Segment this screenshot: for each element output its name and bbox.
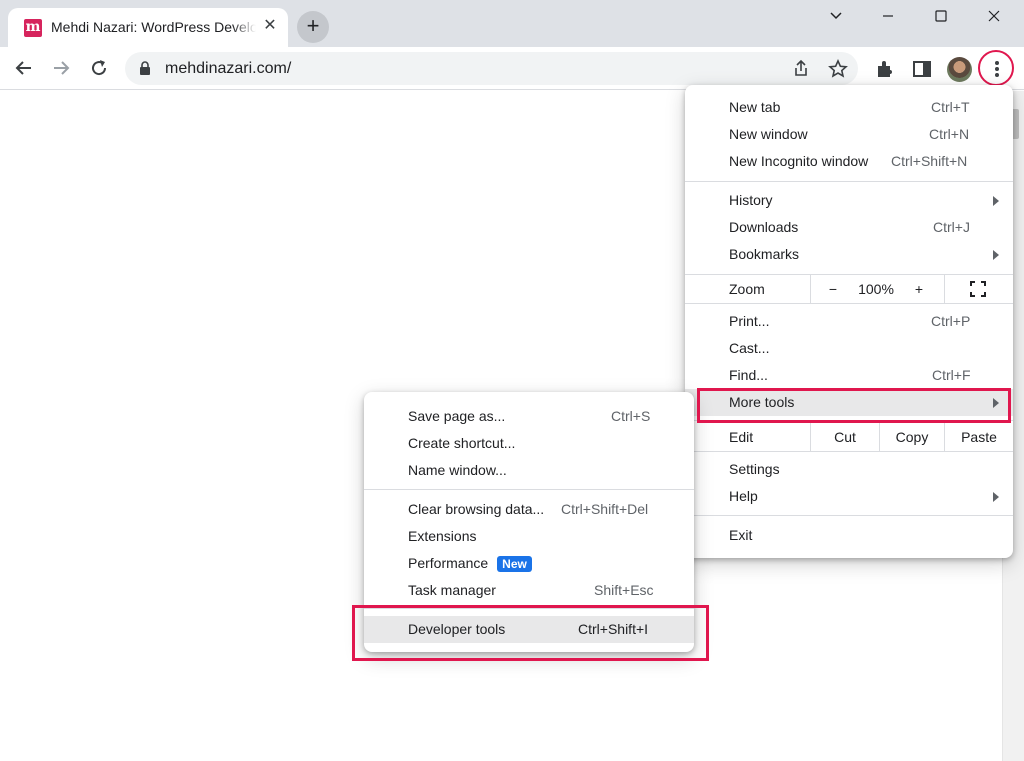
menu-item-print[interactable]: Print... Ctrl+P <box>685 308 1013 335</box>
new-tab-button[interactable]: + <box>297 11 329 43</box>
chrome-menu-kebab-icon[interactable] <box>978 50 1014 86</box>
tab-close-icon[interactable]: ✕ <box>260 16 280 36</box>
submenu-arrow-icon <box>993 196 999 206</box>
new-badge: New <box>497 556 532 572</box>
maximize-icon[interactable] <box>915 0 967 32</box>
share-icon[interactable] <box>790 58 812 80</box>
menu-item-downloads[interactable]: Downloads Ctrl+J <box>685 214 1013 241</box>
menu-item-settings[interactable]: Settings <box>685 456 1013 483</box>
submenu-arrow-icon <box>993 250 999 260</box>
tab-title: Mehdi Nazari: WordPress Developer <box>51 19 256 35</box>
paste-button[interactable]: Paste <box>945 423 1013 451</box>
bookmark-star-icon[interactable] <box>827 58 849 80</box>
cut-button[interactable]: Cut <box>811 423 879 451</box>
minimize-icon[interactable] <box>862 0 914 32</box>
zoom-row: Zoom − 100% + <box>685 275 1013 303</box>
browser-toolbar: mehdinazari.com/ <box>0 47 1024 90</box>
submenu-item-name-window[interactable]: Name window... <box>364 457 694 484</box>
window-close-icon[interactable] <box>968 0 1020 32</box>
submenu-item-create-shortcut[interactable]: Create shortcut... <box>364 430 694 457</box>
menu-item-bookmarks[interactable]: Bookmarks <box>685 241 1013 268</box>
submenu-item-performance[interactable]: Performance New <box>364 550 694 577</box>
menu-item-help[interactable]: Help <box>685 483 1013 510</box>
lock-icon[interactable] <box>139 61 151 76</box>
menu-item-new-tab[interactable]: New tab Ctrl+T <box>685 94 1013 121</box>
fullscreen-icon[interactable] <box>968 275 988 303</box>
chrome-main-menu: New tab Ctrl+T New window Ctrl+N New Inc… <box>685 85 1013 558</box>
menu-item-cast[interactable]: Cast... <box>685 335 1013 362</box>
developer-tools-highlight-box <box>352 605 709 661</box>
menu-separator <box>685 181 1013 182</box>
reload-icon[interactable] <box>84 53 114 83</box>
forward-arrow-icon[interactable] <box>46 53 76 83</box>
copy-button[interactable]: Copy <box>880 423 944 451</box>
menu-item-history[interactable]: History <box>685 187 1013 214</box>
tab-strip: m Mehdi Nazari: WordPress Developer ✕ + <box>0 0 1024 47</box>
menu-item-new-incognito-window[interactable]: New Incognito window Ctrl+Shift+N <box>685 148 1013 175</box>
zoom-out-button[interactable]: − <box>823 275 843 303</box>
submenu-item-task-manager[interactable]: Task manager Shift+Esc <box>364 577 694 604</box>
menu-separator <box>364 489 694 490</box>
menu-item-find[interactable]: Find... Ctrl+F <box>685 362 1013 389</box>
menu-item-new-window[interactable]: New window Ctrl+N <box>685 121 1013 148</box>
site-favicon: m <box>24 19 42 37</box>
menu-separator <box>685 451 1013 452</box>
submenu-arrow-icon <box>993 492 999 502</box>
submenu-item-save-page-as[interactable]: Save page as... Ctrl+S <box>364 403 694 430</box>
url-text[interactable]: mehdinazari.com/ <box>165 60 291 78</box>
zoom-in-button[interactable]: + <box>909 275 929 303</box>
address-bar[interactable]: mehdinazari.com/ <box>125 52 858 85</box>
zoom-level: 100% <box>858 281 894 297</box>
tab-search-chevron-down-icon[interactable] <box>810 0 862 32</box>
side-panel-icon[interactable] <box>910 57 934 81</box>
more-tools-highlight-box <box>697 388 1011 423</box>
browser-tab[interactable]: m Mehdi Nazari: WordPress Developer ✕ <box>8 8 288 47</box>
menu-separator <box>685 303 1013 304</box>
edit-label: Edit <box>729 429 754 445</box>
submenu-item-clear-browsing-data[interactable]: Clear browsing data... Ctrl+Shift+Del <box>364 496 694 523</box>
profile-avatar[interactable] <box>947 57 972 82</box>
menu-item-exit[interactable]: Exit <box>685 522 1013 549</box>
zoom-label: Zoom <box>729 281 765 297</box>
edit-row: Edit Cut Copy Paste <box>685 423 1013 451</box>
back-arrow-icon[interactable] <box>9 53 39 83</box>
extensions-puzzle-icon[interactable] <box>873 57 897 81</box>
submenu-item-extensions[interactable]: Extensions <box>364 523 694 550</box>
menu-separator <box>685 515 1013 516</box>
